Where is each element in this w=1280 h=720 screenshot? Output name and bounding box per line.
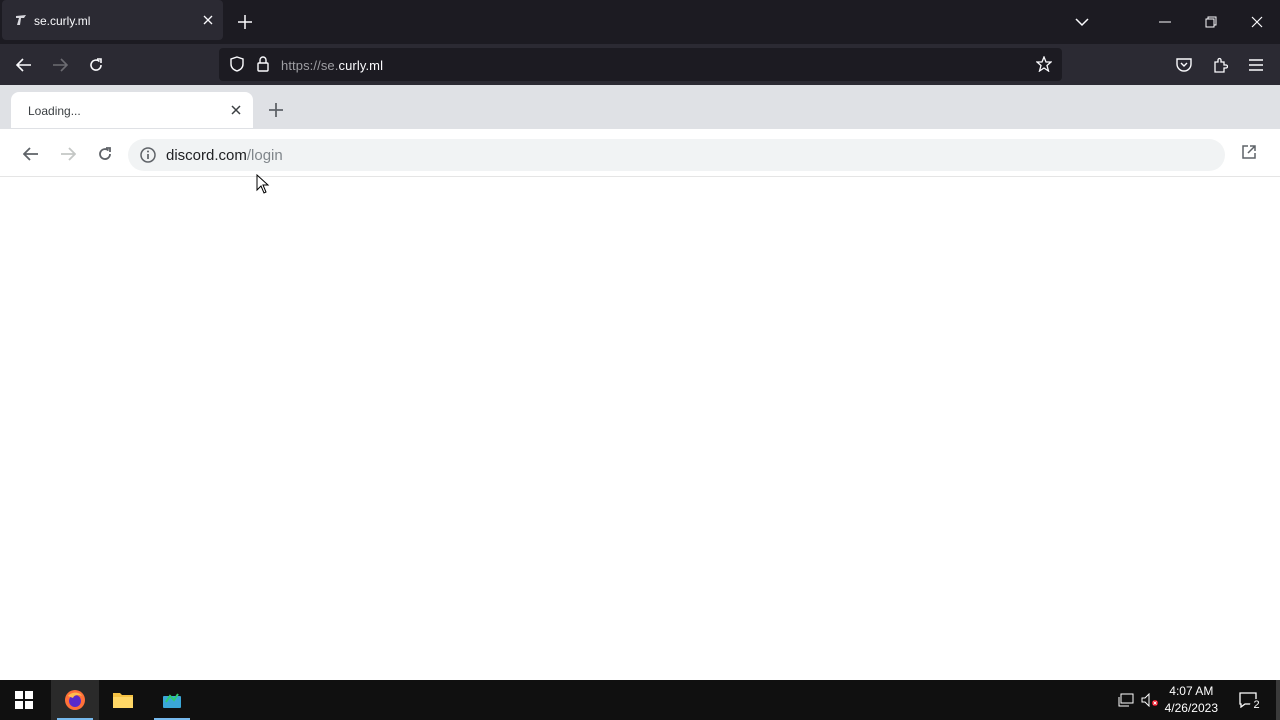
address-bar[interactable]: https://se.curly.ml (219, 48, 1062, 81)
close-app-tab-icon[interactable] (227, 101, 245, 119)
bookmark-star-icon[interactable] (1032, 52, 1056, 76)
app-address-bar[interactable]: discord.com/login (128, 139, 1225, 171)
site-favicon-icon (14, 13, 28, 27)
tracking-shield-icon[interactable] (225, 52, 249, 76)
site-info-icon[interactable] (138, 145, 158, 165)
close-window-icon[interactable] (1240, 5, 1274, 39)
clock-date: 4/26/2023 (1164, 701, 1218, 715)
taskbar-firefox-icon[interactable] (51, 680, 99, 720)
app-tab-loading[interactable]: Loading... (11, 92, 253, 128)
volume-muted-icon[interactable] (1140, 690, 1160, 710)
app-reload-icon[interactable] (91, 140, 119, 168)
taskbar-app-icon[interactable] (148, 680, 196, 720)
page-content (0, 177, 1280, 680)
clock-time: 4:07 AM (1169, 684, 1214, 698)
minimize-icon[interactable] (1148, 5, 1182, 39)
taskbar-file-explorer-icon[interactable] (99, 680, 147, 720)
menu-icon[interactable] (1242, 51, 1270, 79)
app-back-icon[interactable] (17, 140, 45, 168)
reload-icon[interactable] (82, 51, 110, 79)
pocket-icon[interactable] (1170, 51, 1198, 79)
show-desktop-button[interactable] (1276, 680, 1280, 720)
extensions-icon[interactable] (1206, 51, 1234, 79)
tab-title: se.curly.ml (34, 14, 91, 28)
open-external-icon[interactable] (1235, 138, 1263, 166)
notification-count-badge: 2 (1250, 699, 1263, 712)
restore-icon[interactable] (1194, 5, 1228, 39)
list-all-tabs-icon[interactable] (1065, 5, 1099, 39)
app-url-text: discord.com/login (166, 147, 283, 164)
back-icon[interactable] (10, 51, 38, 79)
app-forward-icon[interactable] (54, 140, 82, 168)
app-new-tab-icon[interactable] (265, 99, 287, 121)
forward-icon[interactable] (46, 51, 74, 79)
close-tab-icon[interactable] (199, 11, 217, 29)
lock-icon[interactable] (251, 52, 275, 76)
tab-se-curly[interactable]: se.curly.ml (2, 0, 223, 40)
start-windows-icon[interactable] (0, 680, 48, 720)
app-tab-title: Loading... (28, 104, 81, 118)
network-icon[interactable] (1116, 690, 1136, 710)
mouse-cursor-icon (256, 173, 270, 194)
url-text: https://se.curly.ml (281, 58, 384, 73)
taskbar-clock[interactable]: 4:07 AM 4/26/2023 (1165, 683, 1218, 717)
new-tab-icon[interactable] (234, 11, 256, 33)
